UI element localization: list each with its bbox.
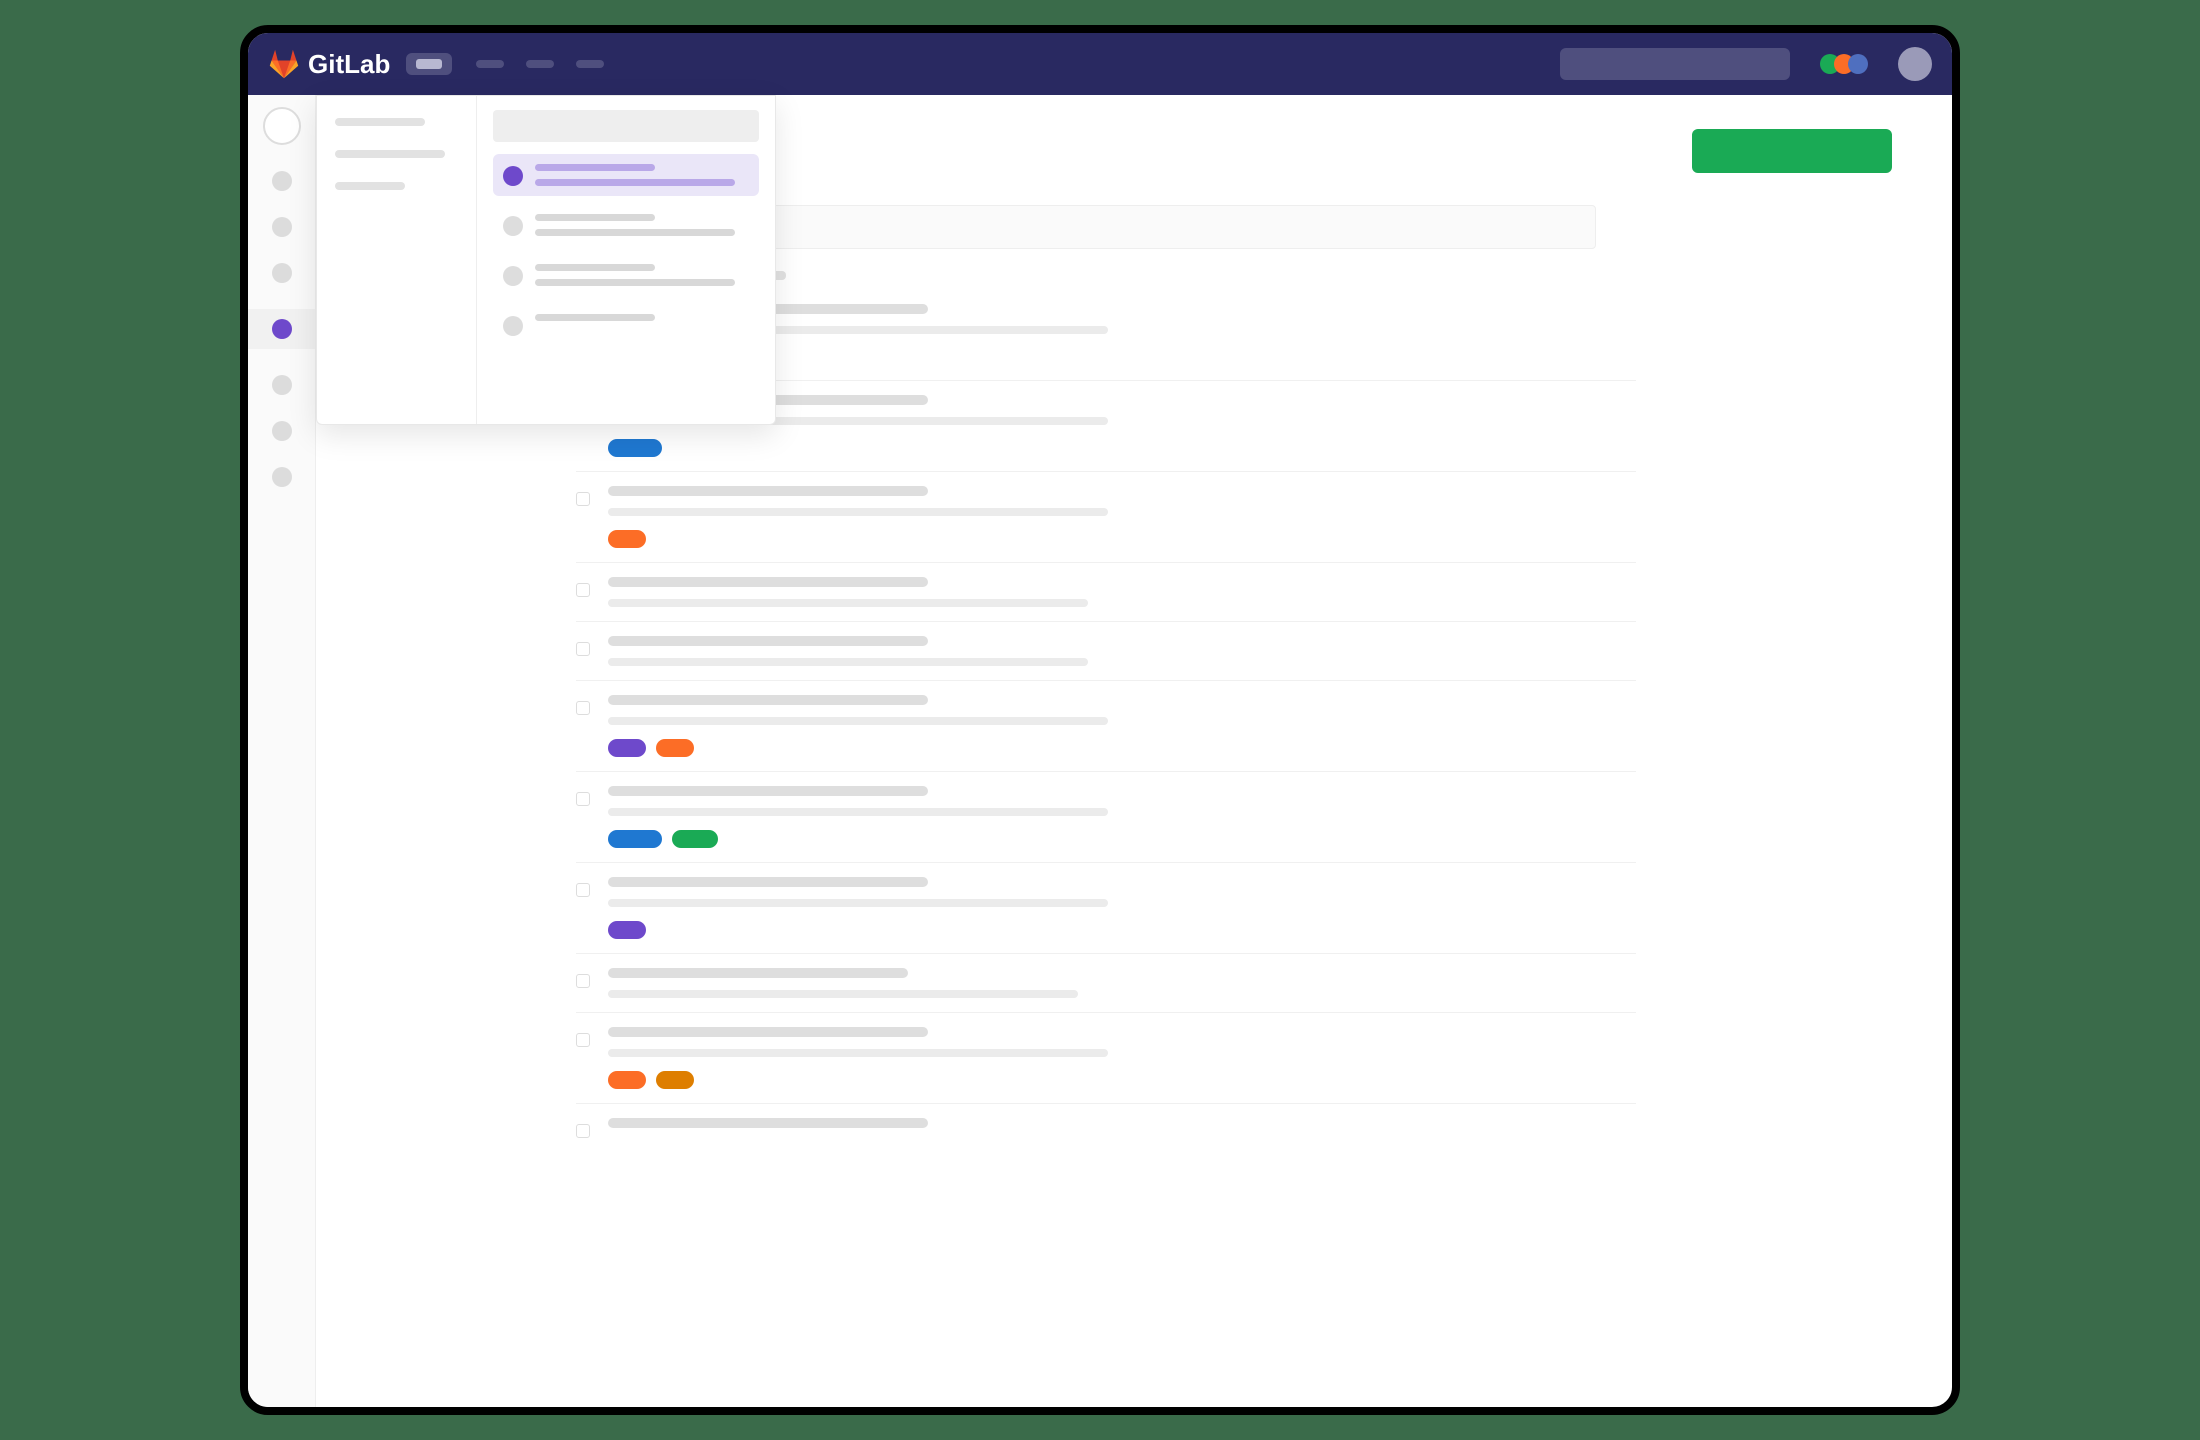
flyout-item-1[interactable]	[493, 204, 759, 246]
search-input[interactable]	[1560, 48, 1790, 80]
brand-name: GitLab	[308, 49, 390, 80]
flyout-group-3[interactable]	[335, 182, 405, 190]
issue-title	[608, 577, 928, 587]
label-pill[interactable]	[608, 921, 646, 939]
sidebar-item-3-active[interactable]	[248, 309, 315, 349]
label-pill[interactable]	[608, 530, 646, 548]
label-pill[interactable]	[672, 830, 718, 848]
flyout-item-3[interactable]	[493, 304, 759, 346]
sidebar-item-5[interactable]	[272, 421, 292, 441]
label-pill[interactable]	[656, 739, 694, 757]
issue-title	[608, 968, 908, 978]
issue-title	[608, 877, 928, 887]
issue-checkbox[interactable]	[576, 792, 590, 806]
status-dot-blue	[1848, 54, 1868, 74]
issue-labels	[608, 921, 1636, 939]
issue-meta	[608, 990, 1078, 998]
issue-meta	[608, 658, 1088, 666]
flyout-item-0[interactable]	[493, 154, 759, 196]
issue-row[interactable]	[576, 621, 1636, 680]
sidebar-item-2[interactable]	[272, 263, 292, 283]
issue-labels	[608, 1071, 1636, 1089]
issue-meta	[608, 717, 1108, 725]
flyout-group-2[interactable]	[335, 150, 445, 158]
issue-row[interactable]	[576, 771, 1636, 862]
nav-link-3[interactable]	[576, 60, 604, 68]
primary-action-button[interactable]	[1692, 129, 1892, 173]
sidebar-item-6[interactable]	[272, 467, 292, 487]
issue-row[interactable]	[576, 562, 1636, 621]
issue-checkbox[interactable]	[576, 1124, 590, 1138]
sidebar-item-1[interactable]	[272, 217, 292, 237]
flyout-item-icon	[503, 216, 523, 236]
brand-logo[interactable]: GitLab	[268, 48, 390, 80]
issue-checkbox[interactable]	[576, 701, 590, 715]
issue-title	[608, 1027, 928, 1037]
issue-row[interactable]	[576, 680, 1636, 771]
issue-checkbox[interactable]	[576, 883, 590, 897]
issue-checkbox[interactable]	[576, 974, 590, 988]
issue-meta	[608, 508, 1108, 516]
issue-title	[608, 486, 928, 496]
navbar-links	[476, 60, 604, 68]
flyout-groups	[317, 96, 477, 424]
label-pill[interactable]	[608, 439, 662, 457]
label-pill[interactable]	[608, 830, 662, 848]
issue-checkbox[interactable]	[576, 583, 590, 597]
issue-labels	[608, 830, 1636, 848]
issue-meta	[608, 808, 1108, 816]
sidebar-flyout-menu	[316, 95, 776, 425]
issue-title	[608, 695, 928, 705]
issue-row[interactable]	[576, 953, 1636, 1012]
issue-meta	[608, 599, 1088, 607]
flyout-items	[477, 96, 775, 424]
issue-row[interactable]	[576, 862, 1636, 953]
flyout-item-icon	[503, 166, 523, 186]
flyout-header	[493, 110, 759, 142]
issue-checkbox[interactable]	[576, 492, 590, 506]
top-navbar: GitLab	[248, 33, 1952, 95]
context-switcher[interactable]	[406, 53, 452, 75]
issue-checkbox[interactable]	[576, 642, 590, 656]
issue-title	[608, 636, 928, 646]
flyout-item-icon	[503, 316, 523, 336]
gitlab-tanuki-icon	[268, 48, 300, 80]
issue-row[interactable]	[576, 1103, 1636, 1152]
label-pill[interactable]	[608, 739, 646, 757]
user-avatar[interactable]	[1898, 47, 1932, 81]
issue-labels	[608, 439, 1636, 457]
label-pill[interactable]	[656, 1071, 694, 1089]
status-indicators[interactable]	[1820, 54, 1868, 74]
project-avatar[interactable]	[263, 107, 301, 145]
sidebar-item-4[interactable]	[272, 375, 292, 395]
issue-meta	[608, 899, 1108, 907]
flyout-item-icon	[503, 266, 523, 286]
app-window: GitLab	[240, 25, 1960, 1415]
issue-checkbox[interactable]	[576, 1033, 590, 1047]
issue-title	[608, 786, 928, 796]
nav-link-1[interactable]	[476, 60, 504, 68]
sidebar-item-0[interactable]	[272, 171, 292, 191]
issue-labels	[608, 530, 1636, 548]
flyout-group-1[interactable]	[335, 118, 425, 126]
issue-title	[608, 1118, 928, 1128]
left-sidebar	[248, 95, 316, 1407]
issue-meta	[608, 1049, 1108, 1057]
issue-labels	[608, 739, 1636, 757]
nav-link-2[interactable]	[526, 60, 554, 68]
flyout-item-2[interactable]	[493, 254, 759, 296]
issue-row[interactable]	[576, 471, 1636, 562]
issue-row[interactable]	[576, 1012, 1636, 1103]
label-pill[interactable]	[608, 1071, 646, 1089]
